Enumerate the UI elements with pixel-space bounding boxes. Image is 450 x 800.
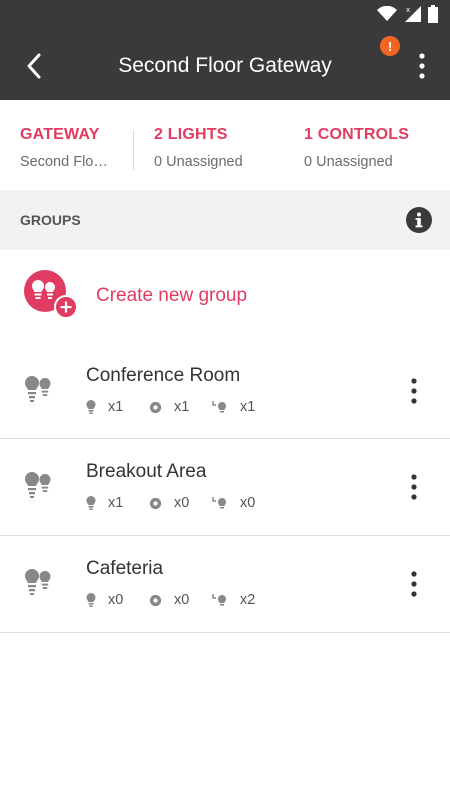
light-count-value: x0 xyxy=(108,592,124,608)
group-bulbs-icon xyxy=(25,472,51,498)
group-row-cafeteria[interactable]: Cafeteria x0 x0 x2 xyxy=(0,536,450,633)
group-name: Breakout Area xyxy=(86,461,207,482)
control-count: x0 xyxy=(149,495,212,511)
control-count: x0 xyxy=(149,592,212,608)
add-group-icon xyxy=(24,270,78,319)
sensor-count-value: x2 xyxy=(240,592,256,608)
control-count-value: x0 xyxy=(174,495,190,511)
light-count: x0 xyxy=(86,592,149,608)
back-button[interactable] xyxy=(14,46,54,86)
summary-lights-title: 2 LIGHTS xyxy=(154,126,228,143)
bulb-icon xyxy=(86,400,96,414)
bulb-icon xyxy=(86,593,96,607)
create-new-group-button[interactable]: Create new group xyxy=(0,250,450,342)
info-icon xyxy=(415,212,423,228)
summary-controls-subtitle: 0 Unassigned xyxy=(304,154,393,170)
more-vertical-icon xyxy=(419,53,425,79)
status-bar: x xyxy=(0,0,450,32)
battery-icon xyxy=(428,5,438,27)
app-bar: Second Floor Gateway ! xyxy=(0,32,450,100)
light-count-value: x1 xyxy=(108,399,124,415)
sensor-icon xyxy=(212,497,226,509)
gateway-summary: GATEWAY Second Flo… 2 LIGHTS 0 Unassigne… xyxy=(0,100,450,190)
control-count-value: x1 xyxy=(174,399,190,415)
sensor-count-value: x1 xyxy=(240,399,256,415)
group-name: Cafeteria xyxy=(86,558,164,579)
sensor-count: x2 xyxy=(212,592,275,608)
back-arrow-icon xyxy=(27,53,41,79)
alert-badge[interactable]: ! xyxy=(380,36,400,56)
summary-gateway[interactable]: GATEWAY Second Flo… xyxy=(20,126,108,170)
group-bulbs-icon xyxy=(25,376,51,402)
wifi-icon xyxy=(376,5,398,26)
summary-lights-subtitle: 0 Unassigned xyxy=(154,154,243,170)
cell-signal-icon: x xyxy=(404,5,422,27)
more-vertical-icon xyxy=(411,571,417,597)
summary-controls[interactable]: 1 CONTROLS 0 Unassigned xyxy=(304,126,409,170)
group-more-button[interactable] xyxy=(402,566,426,602)
control-count-value: x0 xyxy=(174,592,190,608)
group-stats: x1 x0 x0 xyxy=(86,495,275,511)
more-vertical-icon xyxy=(411,474,417,500)
light-count: x1 xyxy=(86,495,149,511)
groups-section-header: GROUPS xyxy=(0,190,450,250)
group-more-button[interactable] xyxy=(402,373,426,409)
create-new-group-label: Create new group xyxy=(96,285,248,306)
overflow-menu-button[interactable] xyxy=(410,50,434,82)
more-vertical-icon xyxy=(411,378,417,404)
summary-gateway-subtitle: Second Flo… xyxy=(20,154,108,170)
groups-label: GROUPS xyxy=(20,212,81,228)
info-button[interactable] xyxy=(406,207,432,233)
control-count: x1 xyxy=(149,399,212,415)
group-bulbs-icon xyxy=(25,569,51,595)
light-count-value: x1 xyxy=(108,495,124,511)
light-count: x1 xyxy=(86,399,149,415)
summary-gateway-title: GATEWAY xyxy=(20,126,100,143)
sensor-count-value: x0 xyxy=(240,495,256,511)
group-name: Conference Room xyxy=(86,365,241,386)
sensor-count: x0 xyxy=(212,495,275,511)
summary-lights[interactable]: 2 LIGHTS 0 Unassigned xyxy=(154,126,243,170)
svg-text:x: x xyxy=(406,6,410,14)
control-dial-icon xyxy=(149,497,162,509)
control-dial-icon xyxy=(149,401,162,413)
sensor-icon xyxy=(212,401,226,413)
control-dial-icon xyxy=(149,594,162,606)
sensor-count: x1 xyxy=(212,399,275,415)
group-row-conference-room[interactable]: Conference Room x1 x1 x1 xyxy=(0,342,450,439)
group-stats: x1 x1 x1 xyxy=(86,399,275,415)
alert-icon: ! xyxy=(387,38,393,54)
sensor-icon xyxy=(212,594,226,606)
divider xyxy=(133,130,134,170)
bulb-icon xyxy=(86,496,96,510)
group-more-button[interactable] xyxy=(402,469,426,505)
group-stats: x0 x0 x2 xyxy=(86,592,275,608)
group-row-breakout-area[interactable]: Breakout Area x1 x0 x0 xyxy=(0,439,450,536)
summary-controls-title: 1 CONTROLS xyxy=(304,126,410,143)
